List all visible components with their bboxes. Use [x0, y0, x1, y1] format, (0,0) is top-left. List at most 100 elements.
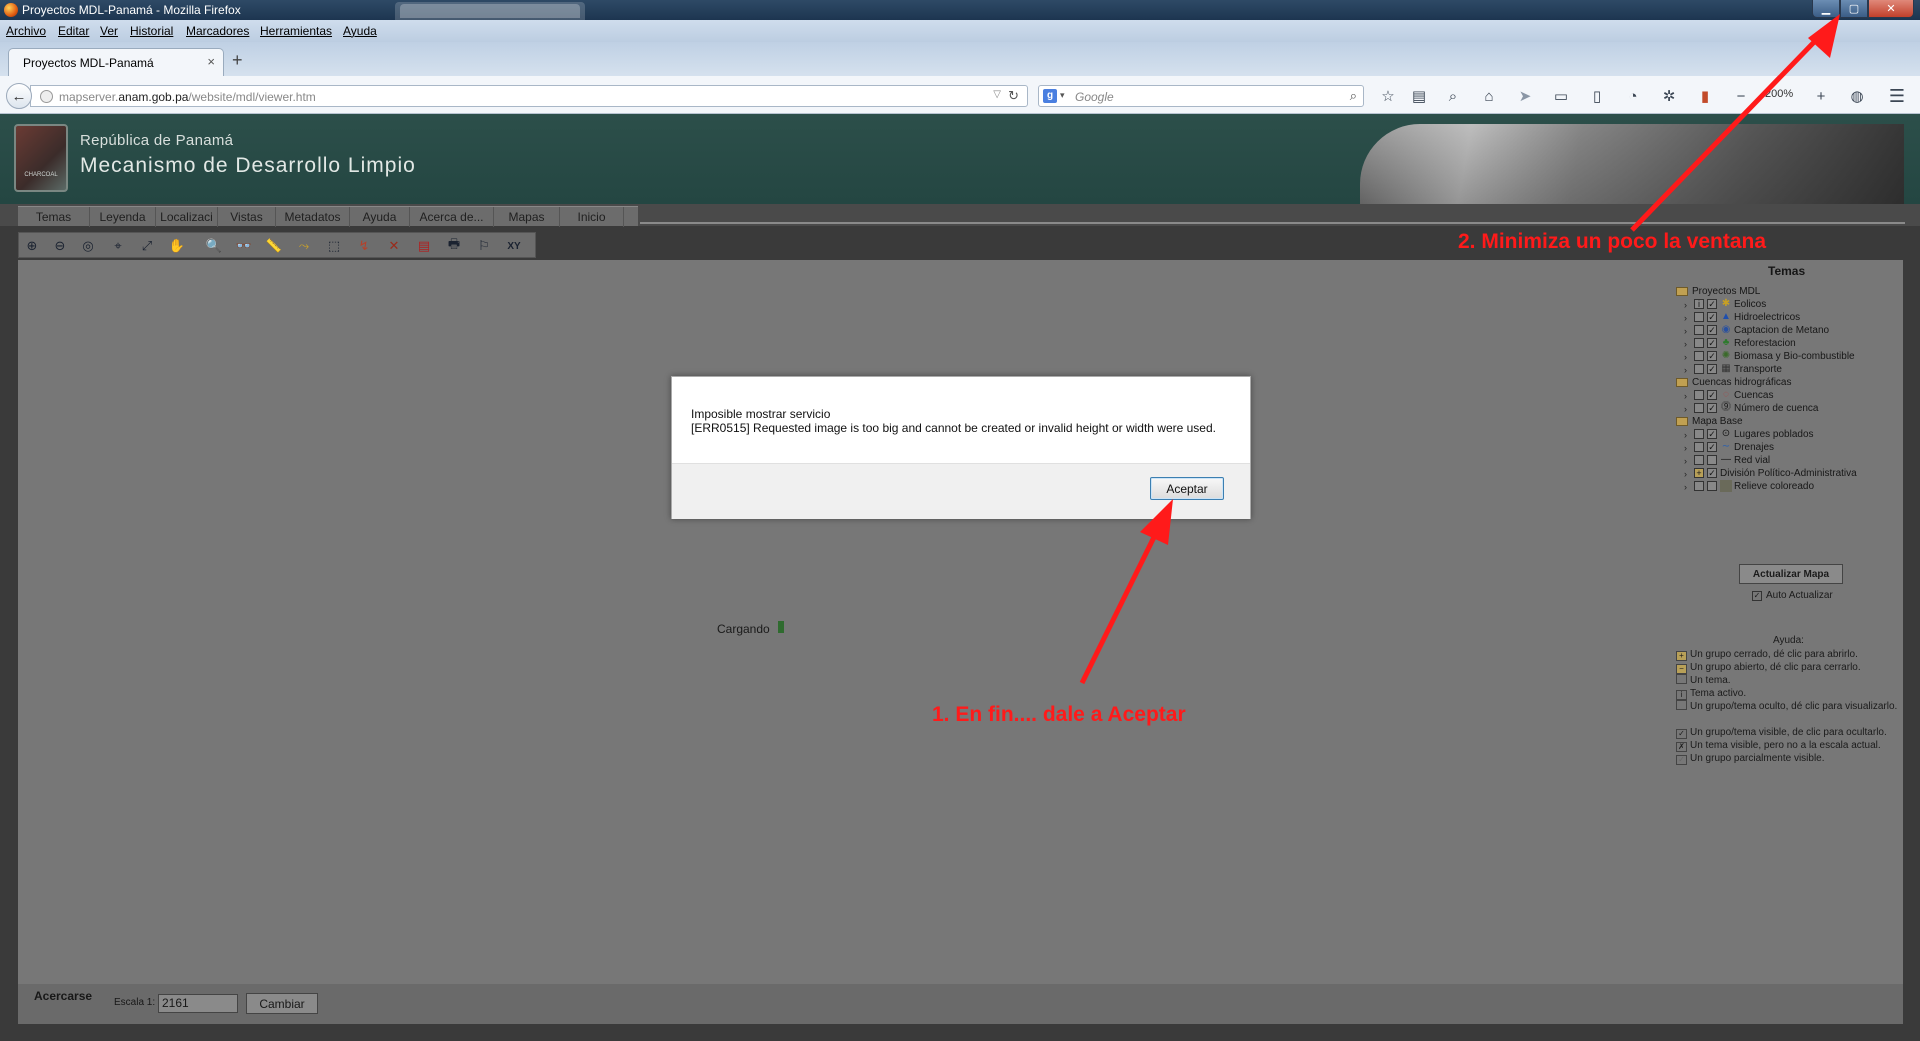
url-text[interactable]: mapserver.anam.gob.pa/website/mdl/viewer… — [59, 90, 316, 104]
zoom-in-tool-icon[interactable]: ⊕ — [21, 235, 43, 257]
tab-acerca-de[interactable]: Acerca de... — [410, 207, 494, 227]
search-tool-icon[interactable]: ⌕ — [1442, 86, 1464, 106]
active-checkbox[interactable] — [1694, 351, 1704, 361]
theme-reforestacion[interactable]: › ✓ ♣ Reforestacion — [1684, 336, 1796, 350]
theme-drenajes[interactable]: › ✓ ∼ Drenajes — [1684, 440, 1774, 454]
active-checkbox[interactable] — [1694, 390, 1704, 400]
minimize-button[interactable]: ▁ — [1812, 0, 1840, 18]
theme-division-politica[interactable]: › + ✓ División Político-Administrativa — [1684, 466, 1857, 480]
theme-transporte[interactable]: › ✓ ▦ Transporte — [1684, 362, 1782, 376]
menu-editar[interactable]: Editar — [58, 24, 89, 38]
update-map-button[interactable]: Actualizar Mapa — [1739, 564, 1843, 584]
reload-icon[interactable]: ↻ — [1008, 88, 1019, 104]
page-icon[interactable]: ▯ — [1586, 86, 1608, 106]
pan-hand-icon[interactable]: ✋ — [166, 235, 188, 257]
theme-hidroelectricos[interactable]: › ✓ ▲ Hidroelectricos — [1684, 310, 1800, 324]
open-folder-icon[interactable] — [1676, 416, 1688, 426]
scale-input[interactable]: 2161 — [158, 994, 238, 1013]
theme-lugares-poblados[interactable]: › ✓ ⊙ Lugares poblados — [1684, 427, 1814, 441]
active-checkbox[interactable] — [1694, 403, 1704, 413]
group-mapa-base[interactable]: Mapa Base — [1676, 414, 1743, 428]
expander-icon[interactable]: › — [1684, 300, 1692, 310]
active-checkbox[interactable] — [1694, 429, 1704, 439]
send-icon[interactable]: ➤ — [1514, 86, 1536, 106]
visible-checkbox[interactable]: ✓ — [1707, 351, 1717, 361]
tab-ayuda[interactable]: Ayuda — [350, 207, 410, 227]
visible-checkbox[interactable]: ✓ — [1707, 442, 1717, 452]
select-rectangle-icon[interactable]: ⬚ — [323, 235, 345, 257]
tab-temas[interactable]: Temas — [18, 207, 90, 227]
expander-icon[interactable]: › — [1684, 404, 1692, 414]
menu-ver[interactable]: Ver — [100, 24, 118, 38]
print-icon[interactable]: 🖶 — [443, 235, 465, 257]
close-window-button[interactable]: ✕ — [1868, 0, 1914, 18]
theme-numero-cuenca[interactable]: › ✓ ⓽ Número de cuenca — [1684, 401, 1819, 415]
clear-selection-icon[interactable]: ✕ — [383, 235, 405, 257]
zoom-out-button[interactable]: − — [1730, 86, 1752, 106]
zoom-out-tool-icon[interactable]: ⊖ — [49, 235, 71, 257]
theme-relieve-coloreado[interactable]: › Relieve coloreado — [1684, 479, 1814, 493]
visible-checkbox[interactable]: ✓ — [1707, 390, 1717, 400]
tab-mapas[interactable]: Mapas — [494, 207, 560, 227]
open-folder-icon[interactable] — [1676, 286, 1688, 296]
url-history-dropdown-icon[interactable]: ▽ — [993, 89, 1001, 100]
maximize-button[interactable]: ▢ — [1840, 0, 1868, 18]
find-binoculars-icon[interactable]: 👓 — [233, 235, 255, 257]
search-bar[interactable]: g ▾ Google ⌕ — [1038, 85, 1364, 107]
expander-icon[interactable]: › — [1684, 469, 1692, 479]
measure-ruler-icon[interactable]: 📏 — [263, 235, 285, 257]
zoom-last-icon[interactable]: ⤢ — [136, 235, 158, 257]
url-bar[interactable]: mapserver.anam.gob.pa/website/mdl/viewer… — [30, 85, 1028, 107]
zoom-active-icon[interactable]: ⌖ — [107, 235, 129, 257]
tab-leyenda[interactable]: Leyenda — [90, 207, 156, 227]
back-button[interactable]: ← — [6, 83, 32, 109]
expander-icon[interactable]: › — [1684, 430, 1692, 440]
expander-icon[interactable]: › — [1684, 443, 1692, 453]
bookmarks-menu-icon[interactable]: ▤ — [1408, 86, 1430, 106]
active-checkbox[interactable] — [1694, 364, 1704, 374]
hamburger-menu-icon[interactable]: ☰ — [1886, 86, 1908, 106]
google-engine-icon[interactable]: g — [1043, 89, 1057, 103]
distance-icon[interactable]: ⤳ — [293, 235, 315, 257]
query-icon[interactable]: ▤ — [413, 235, 435, 257]
tab-proyectos-mdl[interactable]: Proyectos MDL-Panamá × — [8, 48, 224, 76]
search-engine-dropdown-icon[interactable]: ▾ — [1060, 90, 1065, 101]
visible-checkbox[interactable] — [1707, 481, 1717, 491]
expander-icon[interactable]: › — [1684, 365, 1692, 375]
theme-cuencas[interactable]: › ✓ ◌ Cuencas — [1684, 388, 1773, 402]
active-checkbox[interactable] — [1694, 338, 1704, 348]
expander-icon[interactable]: › — [1684, 456, 1692, 466]
visible-checkbox[interactable] — [1707, 455, 1717, 465]
tab-vistas[interactable]: Vistas — [218, 207, 276, 227]
close-tab-icon[interactable]: × — [207, 54, 215, 69]
new-tab-button[interactable]: + — [232, 50, 243, 71]
site-identity-icon[interactable] — [40, 90, 53, 103]
accept-button[interactable]: Aceptar — [1150, 477, 1224, 500]
bookmark-star-icon[interactable]: ☆ — [1377, 86, 1399, 106]
menu-marcadores[interactable]: Marcadores — [186, 24, 249, 38]
gear-icon[interactable]: ✲ — [1658, 86, 1680, 106]
open-folder-icon[interactable] — [1676, 377, 1688, 387]
search-input[interactable]: Google — [1075, 90, 1114, 104]
menu-archivo[interactable]: Archivo — [6, 24, 46, 38]
visible-checkbox[interactable]: ✓ — [1707, 325, 1717, 335]
tab-inicio[interactable]: Inicio — [560, 207, 624, 227]
visible-checkbox[interactable]: ✓ — [1707, 312, 1717, 322]
group-cuencas[interactable]: Cuencas hidrográficas — [1676, 375, 1792, 389]
group-proyectos-mdl[interactable]: Proyectos MDL — [1676, 284, 1760, 298]
theme-captacion-metano[interactable]: › ✓ ◉ Captacion de Metano — [1684, 323, 1829, 337]
theme-red-vial[interactable]: › — Red vial — [1684, 453, 1770, 467]
visible-checkbox[interactable]: ✓ — [1707, 403, 1717, 413]
auto-update-checkbox[interactable]: ✓ — [1752, 590, 1762, 601]
expander-icon[interactable]: › — [1684, 482, 1692, 492]
expander-icon[interactable]: › — [1684, 391, 1692, 401]
active-checkbox[interactable]: i — [1694, 299, 1704, 309]
visible-checkbox[interactable]: ✓ — [1707, 299, 1717, 309]
active-checkbox[interactable] — [1694, 481, 1704, 491]
menu-historial[interactable]: Historial — [130, 24, 173, 38]
active-checkbox[interactable] — [1694, 455, 1704, 465]
identify-icon[interactable]: 🔍 — [203, 235, 225, 257]
expander-icon[interactable]: › — [1684, 313, 1692, 323]
window-icon[interactable]: ▭ — [1550, 86, 1572, 106]
active-checkbox[interactable] — [1694, 312, 1704, 322]
